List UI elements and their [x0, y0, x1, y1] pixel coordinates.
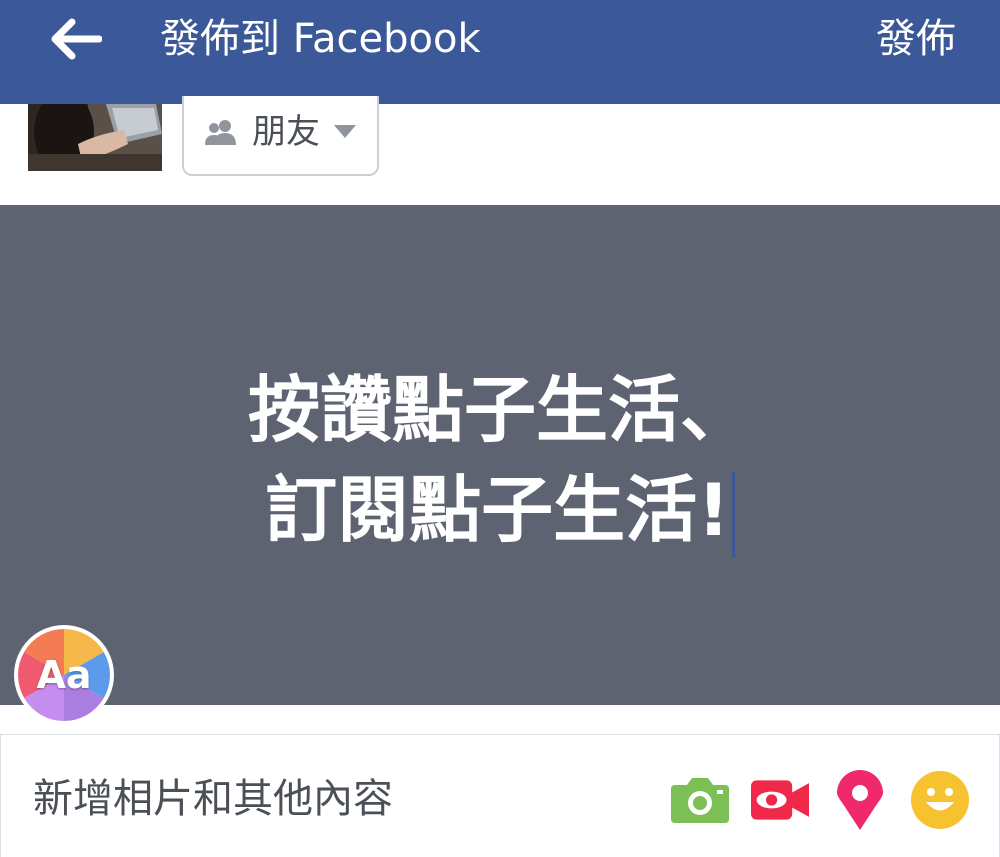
- status-composer[interactable]: 按讚點子生活、 訂閱點子生活! Aa: [0, 205, 1000, 725]
- top-app-bar: 發佈到 Facebook 發佈: [0, 0, 1000, 104]
- status-line-1: 按讚點子生活、: [247, 368, 752, 452]
- emoji-icon: [911, 771, 969, 829]
- emoji-button[interactable]: [911, 771, 969, 829]
- status-line-2: 訂閱點子生活!: [0, 460, 1000, 560]
- friends-icon: [205, 120, 236, 145]
- video-icon: [751, 780, 809, 820]
- location-icon: [837, 770, 883, 830]
- text-cursor: [731, 472, 735, 559]
- page-title: 發佈到 Facebook: [160, 16, 481, 62]
- add-content-label: 新增相片和其他內容: [33, 776, 393, 822]
- publish-button[interactable]: 發佈: [876, 14, 956, 64]
- back-button[interactable]: [44, 14, 108, 64]
- audience-selector[interactable]: 朋友: [182, 96, 379, 176]
- camera-button[interactable]: [671, 771, 729, 829]
- add-content-icons: [671, 770, 969, 830]
- back-arrow-icon: [51, 18, 102, 60]
- status-line-2-text: 訂閱點子生活!: [265, 468, 730, 552]
- profile-row: 朋友: [0, 96, 1000, 205]
- status-text[interactable]: 按讚點子生活、 訂閱點子生活!: [0, 360, 1000, 560]
- audience-label: 朋友: [252, 112, 320, 152]
- text-style-button[interactable]: Aa: [14, 625, 114, 725]
- camera-icon: [671, 778, 729, 823]
- chevron-down-icon: [334, 125, 356, 138]
- location-button[interactable]: [831, 770, 889, 830]
- avatar[interactable]: [28, 104, 162, 171]
- add-content-bar[interactable]: 新增相片和其他內容: [0, 734, 1000, 857]
- text-style-label: Aa: [36, 653, 92, 697]
- video-button[interactable]: [751, 771, 809, 829]
